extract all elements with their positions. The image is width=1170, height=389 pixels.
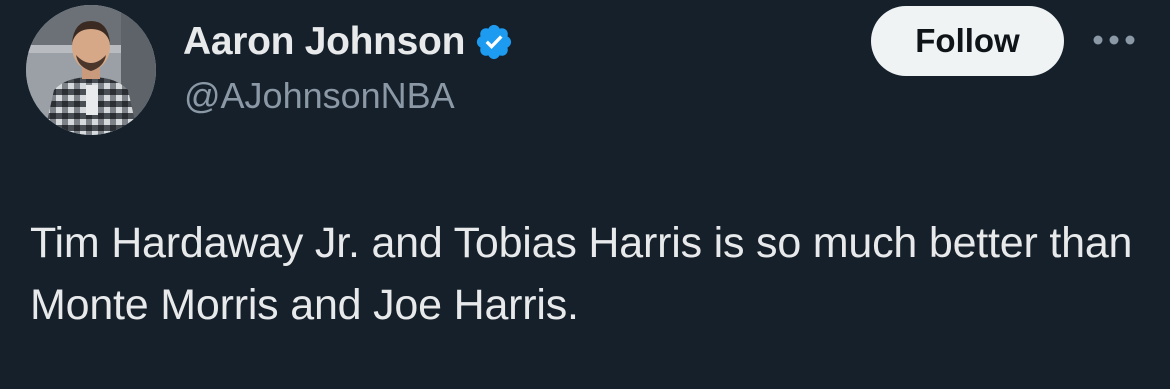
follow-button[interactable]: Follow — [871, 6, 1064, 76]
verified-badge-icon[interactable] — [474, 22, 514, 62]
more-options-icon[interactable] — [1090, 24, 1138, 56]
tweet-card: Aaron Johnson @AJohnsonNBA Follow Tim Ha… — [0, 0, 1170, 389]
author-handle[interactable]: @AJohnsonNBA — [184, 74, 455, 118]
author-display-name[interactable]: Aaron Johnson — [183, 17, 465, 67]
avatar-photo-icon — [26, 5, 156, 135]
avatar[interactable] — [26, 5, 156, 135]
author-name-row[interactable]: Aaron Johnson — [183, 17, 514, 67]
tweet-text: Tim Hardaway Jr. and Tobias Harris is so… — [30, 219, 1133, 329]
